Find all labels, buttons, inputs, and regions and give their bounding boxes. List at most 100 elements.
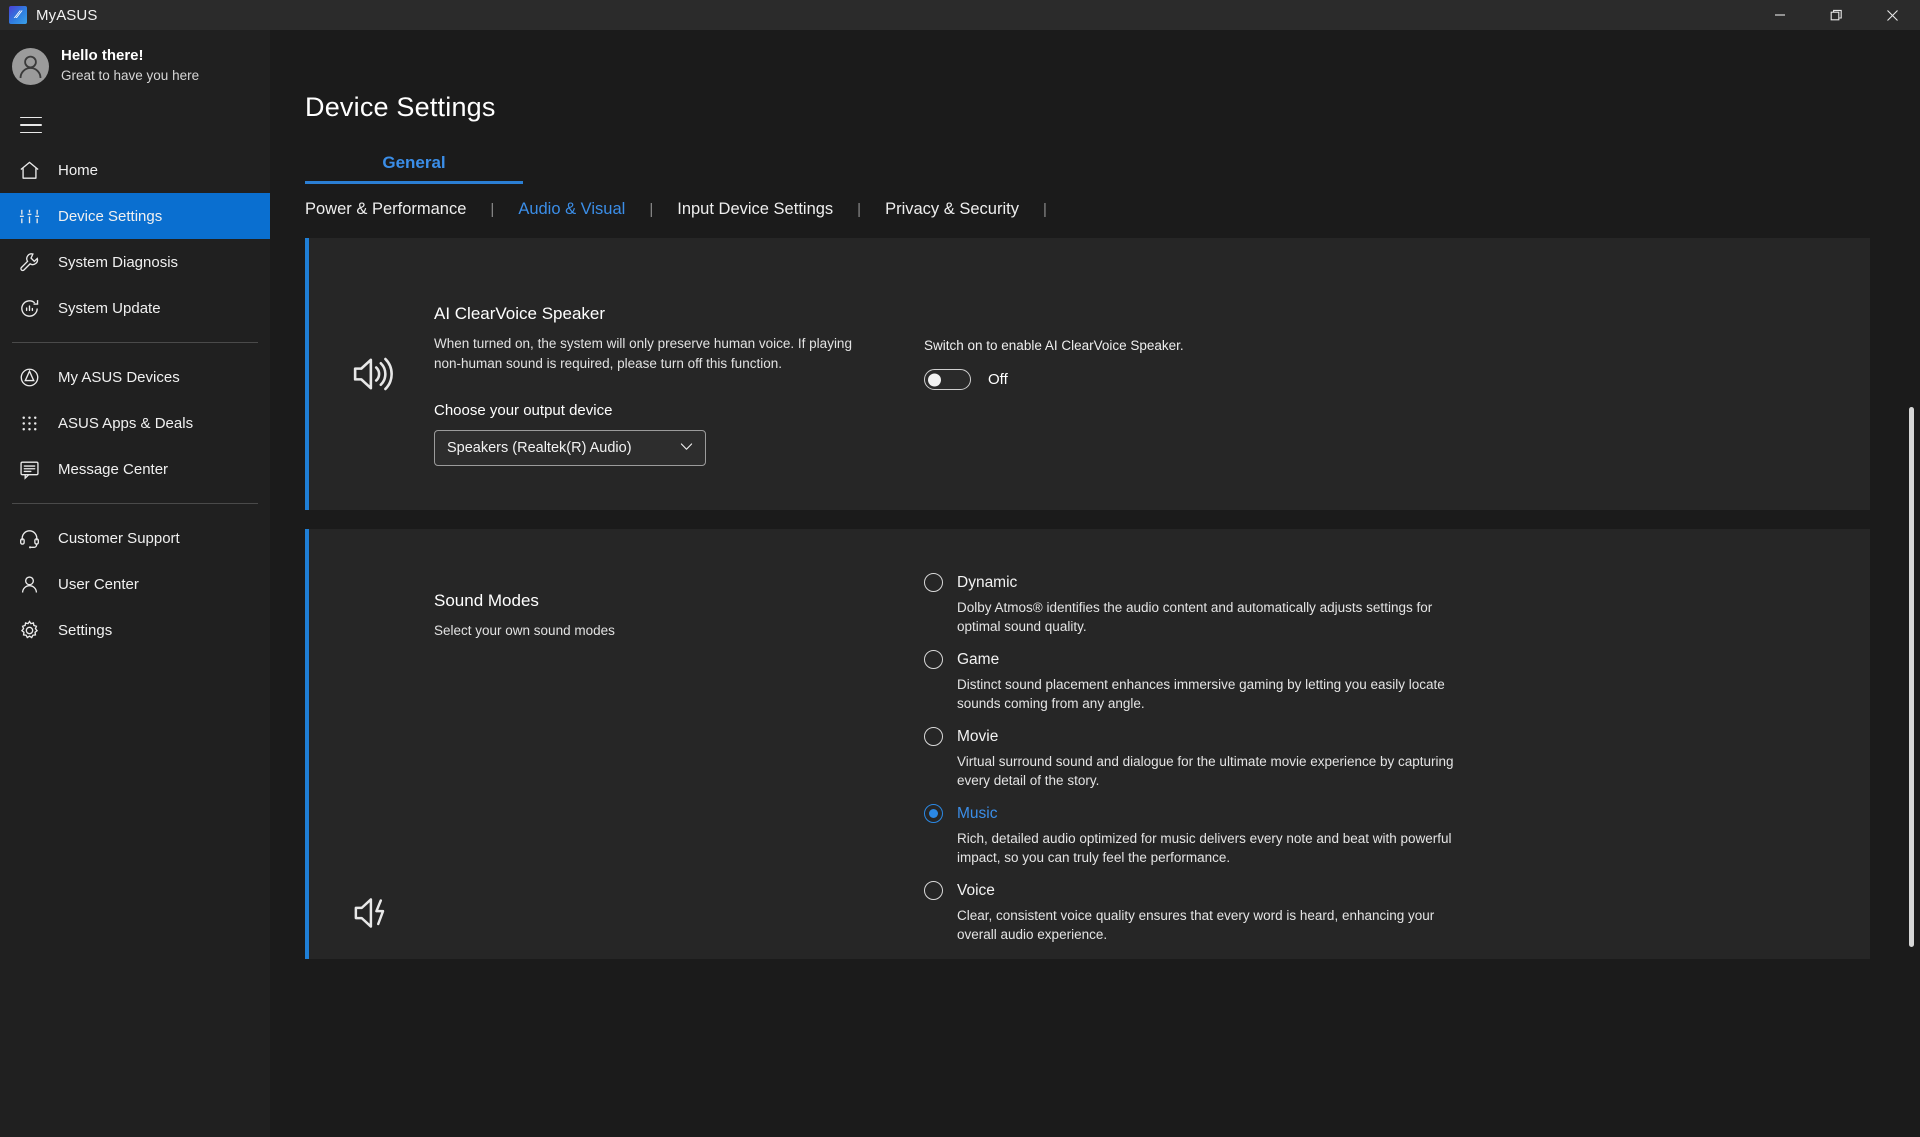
sound-modes-subtitle: Select your own sound modes [434,623,615,638]
home-icon [18,157,48,183]
sound-mode-option-music[interactable]: Music [924,804,1840,823]
sidebar-label: Message Center [58,460,169,478]
option-description: Virtual surround sound and dialogue for … [957,754,1454,788]
primary-tabs: General [305,153,1920,184]
tab-audio-visual[interactable]: Audio & Visual [518,200,625,219]
radio-icon [924,727,943,746]
tab-power-performance[interactable]: Power & Performance [305,200,466,219]
option-label: Music [957,804,998,822]
greeting-title: Hello there! [61,47,144,64]
vertical-scrollbar[interactable] [1909,407,1914,947]
option-label: Movie [957,727,999,745]
nav-group-products: My ASUS Devices ASUS Apps & Deals Messag… [0,354,270,492]
output-device-label: Choose your output device [434,402,613,419]
sidebar-item-my-asus-devices[interactable]: My ASUS Devices [0,354,270,400]
sound-mode-option-game[interactable]: Game [924,650,1840,669]
option-description: Distinct sound placement enhances immers… [957,677,1445,711]
tab-separator: | [857,201,862,218]
sidebar-divider-2 [12,503,258,504]
tab-input-device-settings[interactable]: Input Device Settings [677,200,833,219]
option-description: Rich, detailed audio optimized for music… [957,831,1452,865]
option-label: Game [957,650,1000,668]
minimize-button[interactable] [1752,0,1808,30]
radio-icon [924,650,943,669]
secondary-tabs: Power & Performance | Audio & Visual | I… [305,200,1920,219]
sidebar-item-customer-support[interactable]: Customer Support [0,515,270,561]
sidebar-item-system-diagnosis[interactable]: System Diagnosis [0,239,270,285]
gear-icon [18,617,48,643]
option-description: Dolby Atmos® identifies the audio conten… [957,600,1433,634]
output-device-select[interactable]: Speakers (Realtek(R) Audio) [434,430,706,466]
sidebar-label: User Center [58,575,139,593]
sidebar-item-home[interactable]: Home [0,147,270,193]
maximize-restore-icon[interactable] [1808,0,1864,30]
greeting-subtitle: Great to have you here [61,68,200,83]
sidebar-label: Device Settings [58,207,163,225]
sidebar-label: Customer Support [58,529,180,547]
sidebar-item-asus-apps-deals[interactable]: ASUS Apps & Deals [0,400,270,446]
option-label: Voice [957,881,995,899]
clearvoice-card: AI ClearVoice Speaker When turned on, th… [305,238,1870,510]
avatar [12,47,49,85]
tab-privacy-security[interactable]: Privacy & Security [885,200,1019,219]
clearvoice-switch-caption: Switch on to enable AI ClearVoice Speake… [924,338,1184,353]
clearvoice-toggle-state: Off [988,371,1008,388]
tab-separator: | [490,201,495,218]
page-title: Device Settings [305,92,496,122]
asus-devices-icon [18,364,48,390]
sidebar-label: Settings [58,621,113,639]
sound-mode-option-voice[interactable]: Voice [924,881,1840,900]
logo-glyph: ⁄⁄ [16,8,20,21]
grid-dots-icon [18,410,48,436]
option-label: Dynamic [957,573,1018,591]
radio-icon [924,804,943,823]
sidebar-label: Home [58,161,99,179]
message-icon [18,456,48,482]
hamburger-menu-icon[interactable] [18,113,44,137]
option-description: Clear, consistent voice quality ensures … [957,908,1435,942]
sound-mode-option-dynamic[interactable]: Dynamic [924,573,1840,592]
sidebar-item-system-update[interactable]: System Update [0,285,270,331]
user-icon [18,571,48,597]
clearvoice-title: AI ClearVoice Speaker [434,304,606,323]
myasus-logo-icon: ⁄⁄ [9,6,27,24]
radio-icon [924,881,943,900]
app-title: MyASUS [36,6,98,24]
sidebar: Hello there! Great to have you here Home [0,30,270,1137]
toggle-knob [928,373,941,386]
output-device-value: Speakers (Realtek(R) Audio) [447,440,632,456]
sidebar-item-user-center[interactable]: User Center [0,561,270,607]
sound-modes-card: Sound Modes Select your own sound modes … [305,529,1870,959]
clearvoice-description: When turned on, the system will only pre… [434,336,852,371]
tab-separator: | [649,201,654,218]
nav-group-main: Home Device Settings System Diagnosis Sy… [0,147,270,331]
user-greeting: Hello there! Great to have you here [0,30,270,85]
speaker-volume-icon [309,238,434,510]
sidebar-label: My ASUS Devices [58,368,180,386]
headset-icon [18,525,48,551]
main-content: Device Settings General Power & Performa… [270,30,1920,1137]
sidebar-label: ASUS Apps & Deals [58,414,194,432]
speaker-effects-icon [309,529,434,959]
sidebar-divider-1 [12,342,258,343]
sidebar-item-device-settings[interactable]: Device Settings [0,193,270,239]
sliders-icon [18,203,48,229]
sidebar-label: System Update [58,299,161,317]
sound-mode-option-movie[interactable]: Movie [924,727,1840,746]
nav-group-account: Customer Support User Center Settings [0,515,270,653]
radio-icon [924,573,943,592]
sidebar-label: System Diagnosis [58,253,179,271]
tab-general[interactable]: General [305,153,523,184]
sidebar-item-settings[interactable]: Settings [0,607,270,653]
chevron-down-icon [678,438,695,459]
sound-modes-options: Dynamic Dolby Atmos® identifies the audi… [924,529,1870,959]
close-button[interactable] [1864,0,1920,30]
sidebar-item-message-center[interactable]: Message Center [0,446,270,492]
title-bar: ⁄⁄ MyASUS [0,0,1920,30]
update-icon [18,295,48,321]
wrench-icon [18,249,48,275]
clearvoice-toggle[interactable] [924,369,971,390]
window-controls [1752,0,1920,30]
sound-modes-title: Sound Modes [434,591,539,610]
tab-separator: | [1042,201,1047,218]
